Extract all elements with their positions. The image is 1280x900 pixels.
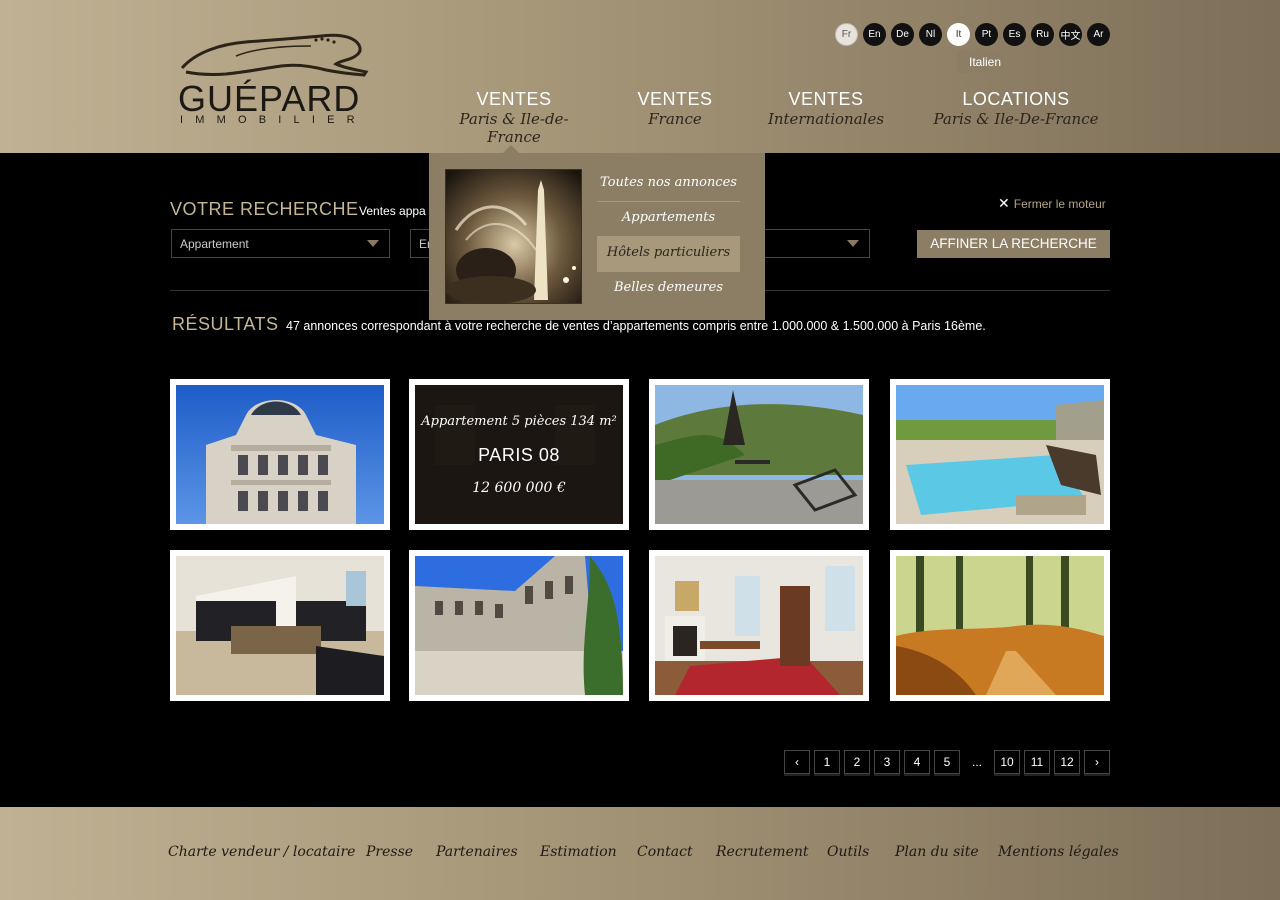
listing-overlay: Appartement 5 pièces 134 m² PARIS 08 12 … [415,385,623,524]
footer-link-contact[interactable]: Contact [637,844,693,860]
search-description: Ventes appa [359,204,426,218]
chevron-left-icon: ‹ [795,755,799,769]
footer-link-recrutement[interactable]: Recrutement [716,844,809,860]
listing-card[interactable] [170,550,390,701]
select-value: Appartement [180,237,249,251]
lang-es[interactable]: Es [1003,23,1026,46]
close-icon: ✕ [998,195,1010,211]
listing-card[interactable] [649,379,869,530]
next-page-button[interactable]: › [1084,750,1110,774]
price-select[interactable] [765,229,870,258]
pagination: ‹ 1 2 3 4 5 ... 10 11 12 › [784,750,1110,774]
footer-link-plan-du-site[interactable]: Plan du site [895,844,979,860]
lang-fr[interactable]: Fr [835,23,858,46]
location-select[interactable]: En [410,229,434,258]
nav-main-label: VENTES [788,89,864,109]
footer-link-estimation[interactable]: Estimation [540,844,617,860]
chevron-down-icon [847,240,859,247]
site-footer: Charte vendeur / locataire Presse Parten… [0,807,1280,900]
guepard-logo[interactable]: GUÉPARD IMMOBILIER [176,30,386,130]
lang-ar[interactable]: Ar [1087,23,1110,46]
listing-photo [415,556,623,695]
dropdown-item-belles-demeures[interactable]: Belles demeures [597,272,740,307]
refine-search-button[interactable]: AFFINER LA RECHERCHE [917,230,1110,258]
listing-photo [655,556,863,695]
nav-ventes-internationales[interactable]: VENTES Internationales [762,89,890,128]
page-4[interactable]: 4 [904,750,930,774]
dropdown-item-appartements[interactable]: Appartements [597,202,740,237]
nav-sub-label: Paris & Ile-De-France [933,110,1099,128]
page-2[interactable]: 2 [844,750,870,774]
listing-photo [896,385,1104,524]
results-title: RÉSULTATS [172,314,279,334]
lang-ru[interactable]: Ru [1031,23,1054,46]
listing-card[interactable] [170,379,390,530]
listing-city: PARIS 08 [478,444,560,465]
footer-link-outils[interactable]: Outils [827,844,869,860]
lang-en[interactable]: En [863,23,886,46]
language-switcher: Fr En De Nl It Pt Es Ru 中文 Ar [835,23,1110,46]
nav-sub-label: Internationales [767,110,885,128]
nav-main-label: VENTES [476,89,552,109]
search-title: VOTRE RECHERCHE [170,199,359,219]
chevron-right-icon: › [1095,755,1099,769]
nav-sub-label: Paris & Ile-de-France [459,110,569,146]
lang-zh[interactable]: 中文 [1059,23,1082,46]
listing-photo: Appartement 5 pièces 134 m² PARIS 08 12 … [415,385,623,524]
nav-main-label: VENTES [637,89,713,109]
dropdown-item-hotels[interactable]: Hôtels particuliers [597,237,740,272]
results-description: 47 annonces correspondant à votre recher… [286,319,986,333]
listing-card-featured[interactable]: Appartement 5 pièces 134 m² PARIS 08 12 … [409,379,629,530]
close-engine-label: Fermer le moteur [1013,197,1106,211]
nav-ventes-france[interactable]: VENTES France [625,89,725,128]
prev-page-button[interactable]: ‹ [784,750,810,774]
nav-ventes-paris[interactable]: VENTES Paris & Ile-de-France [434,89,594,146]
listing-card[interactable] [409,550,629,701]
listing-type: Appartement 5 pièces 134 m² [421,413,617,429]
dropdown-list: Toutes nos annonces Appartements Hôtels … [597,167,740,307]
lang-pt[interactable]: Pt [975,23,998,46]
page-5[interactable]: 5 [934,750,960,774]
listing-price: 12 600 000 € [472,479,566,496]
footer-link-presse[interactable]: Presse [366,844,413,860]
language-tooltip: Italien [957,46,1013,73]
page-1[interactable]: 1 [814,750,840,774]
footer-link-partenaires[interactable]: Partenaires [436,844,518,860]
footer-link-mentions-legales[interactable]: Mentions légales [998,844,1119,860]
close-search-engine[interactable]: ✕ Fermer le moteur [998,195,1106,212]
cheetah-icon [180,33,369,77]
nav-locations-paris[interactable]: LOCATIONS Paris & Ile-De-France [930,89,1102,128]
page-12[interactable]: 12 [1054,750,1080,774]
page-11[interactable]: 11 [1024,750,1050,774]
dropdown-item-toutes[interactable]: Toutes nos annonces [597,167,740,202]
listing-card[interactable] [890,550,1110,701]
lang-it[interactable]: It [947,23,970,46]
lang-de[interactable]: De [891,23,914,46]
page-ellipsis: ... [964,750,990,774]
site-header: GUÉPARD IMMOBILIER Fr En De Nl It Pt Es … [0,0,1280,153]
listing-photo [176,385,384,524]
nav-main-label: LOCATIONS [962,89,1070,109]
listing-photo [176,556,384,695]
nav-sub-label: France [648,110,702,128]
footer-link-charte[interactable]: Charte vendeur / locataire [168,844,355,860]
listing-card[interactable] [649,550,869,701]
listing-card[interactable] [890,379,1110,530]
logo-subtitle: IMMOBILIER [180,114,367,126]
listing-photo [896,556,1104,695]
page-10[interactable]: 10 [994,750,1020,774]
lang-nl[interactable]: Nl [919,23,942,46]
property-type-select[interactable]: Appartement [171,229,390,258]
page-3[interactable]: 3 [874,750,900,774]
nav-dropdown-menu: Toutes nos annonces Appartements Hôtels … [429,145,765,320]
chevron-down-icon [367,240,379,247]
dropdown-photo [445,169,582,304]
listing-photo [655,385,863,524]
